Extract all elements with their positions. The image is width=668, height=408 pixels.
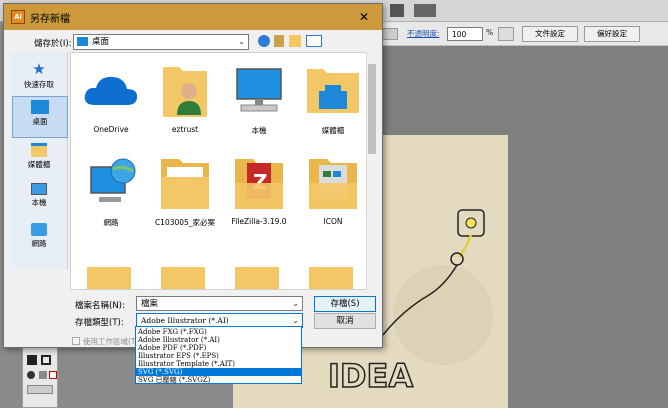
folder-icon [309, 159, 357, 209]
back-icon[interactable] [258, 35, 270, 47]
filezilla-folder-icon: Z [235, 159, 283, 209]
filetype-option[interactable]: Adobe PDF (*.PDF) [136, 344, 301, 352]
desktop-icon [31, 100, 49, 114]
chevron-down-icon: ⌄ [292, 299, 299, 308]
save-in-value: 桌面 [92, 37, 110, 47]
place-label: 媒體櫃 [27, 160, 51, 169]
file-name: ICON [323, 217, 343, 226]
control-bar: 不透明度: 100 % 文件設定 偏好設定 [378, 22, 668, 46]
desktop-icon [77, 37, 88, 46]
preferences-button[interactable]: 偏好設定 [584, 26, 640, 42]
file-item-this-pc[interactable]: 本機 [223, 61, 295, 141]
place-quick-access[interactable]: ★ 快速存取 [12, 58, 66, 98]
place-desktop[interactable]: 桌面 [12, 96, 68, 138]
opacity-label[interactable]: 不透明度: [407, 28, 440, 39]
network-globe-icon [90, 158, 136, 202]
file-item-network[interactable]: 網路 [75, 153, 147, 233]
file-item-icon-folder[interactable]: ICON [297, 153, 369, 233]
filename-value: 檔案 [141, 299, 159, 309]
stroke-swatch-icon[interactable] [41, 355, 51, 365]
network-icon [31, 223, 47, 236]
library-folder-icon [307, 69, 359, 113]
place-label: 網路 [31, 239, 47, 248]
save-button[interactable]: 存檔(S) [314, 296, 376, 312]
filetype-option[interactable]: Adobe Illustrator (*.AI) [136, 336, 301, 344]
library-icon [31, 143, 47, 157]
close-button[interactable]: ✕ [353, 8, 375, 26]
percent-label: % [486, 28, 494, 37]
file-item-onedrive[interactable]: OneDrive [75, 61, 147, 141]
artboard-checkbox-label: 使用工作區域(T) [83, 337, 139, 346]
filetype-option[interactable]: SVG 已壓縮 (*.SVGZ) [136, 376, 301, 384]
close-icon: ✕ [358, 10, 370, 24]
file-name: FileZilla-3.19.0 [231, 217, 287, 226]
filename-label: 檔案名稱(N): [75, 301, 125, 311]
style-picker[interactable] [498, 27, 514, 41]
file-item-folder-c103005[interactable]: C103005_家必案 [149, 153, 221, 233]
place-this-pc[interactable]: 本機 [12, 180, 66, 220]
opacity-input[interactable]: 100 [447, 27, 483, 41]
fill-swatch-icon[interactable] [27, 355, 37, 365]
filetype-label: 存檔類型(T): [75, 318, 124, 328]
draw-mode-icon[interactable] [27, 385, 53, 394]
place-libraries[interactable]: 媒體櫃 [12, 140, 66, 180]
file-name: 本機 [251, 126, 267, 135]
scrollbar-thumb[interactable] [368, 64, 376, 154]
file-item-eztrust[interactable]: eztrust [149, 61, 221, 141]
place-label: 本機 [31, 198, 47, 207]
color-mode-icon[interactable] [27, 371, 35, 379]
star-icon: ★ [32, 60, 46, 78]
filetype-option[interactable]: Illustrator Template (*.AIT) [136, 360, 301, 368]
chevron-down-icon: ⌄ [238, 37, 245, 46]
artboard-checkbox[interactable] [72, 337, 80, 345]
file-name: C103005_家必案 [154, 218, 216, 227]
save-as-dialog: Ai 另存新檔 ✕ 儲存於(I): 桌面 ⌄ ★ 快速存取 桌面 媒體櫃 本機 [3, 3, 383, 348]
place-network[interactable]: 網路 [12, 220, 66, 260]
filetype-dropdown-list: Adobe FXG (*.FXG) Adobe Illustrator (*.A… [135, 326, 302, 384]
canvas-idea-text: IDEA [328, 357, 413, 395]
new-folder-icon[interactable] [289, 35, 301, 47]
folder-icon[interactable] [309, 267, 353, 289]
filename-input[interactable]: 檔案 ⌄ [136, 296, 303, 311]
computer-icon [31, 183, 47, 195]
folder-icon[interactable] [235, 267, 279, 289]
place-label: 快速存取 [24, 80, 54, 89]
places-bar: ★ 快速存取 桌面 媒體櫃 本機 網路 [10, 52, 68, 270]
onedrive-cloud-icon [84, 76, 138, 105]
place-label: 桌面 [32, 117, 48, 126]
folder-icon[interactable] [161, 267, 205, 289]
dialog-titlebar[interactable]: Ai 另存新檔 ✕ [4, 4, 382, 30]
file-name: 媒體櫃 [321, 126, 345, 135]
dialog-title: 另存新檔 [30, 14, 70, 25]
file-name: 網路 [103, 218, 119, 227]
none-mode-icon[interactable] [49, 371, 57, 379]
filetype-option[interactable]: Illustrator EPS (*.EPS) [136, 352, 301, 360]
document-setup-button[interactable]: 文件設定 [522, 26, 578, 42]
folder-icon[interactable] [87, 267, 131, 289]
folder-icon [161, 159, 209, 209]
view-menu-icon[interactable] [306, 35, 322, 47]
toolbox [22, 340, 58, 408]
file-name: eztrust [171, 125, 199, 134]
file-name: OneDrive [93, 125, 129, 134]
computer-icon [236, 68, 282, 112]
user-folder-icon [163, 67, 207, 117]
save-in-select[interactable]: 桌面 ⌄ [73, 34, 249, 50]
filetype-option-selected[interactable]: SVG (*.SVG) [136, 368, 301, 376]
up-folder-icon[interactable] [274, 35, 284, 47]
gradient-mode-icon[interactable] [39, 371, 47, 379]
file-item-filezilla[interactable]: Z FileZilla-3.19.0 [223, 153, 295, 233]
file-item-libraries[interactable]: 媒體櫃 [297, 61, 369, 141]
filetype-option[interactable]: Adobe FXG (*.FXG) [136, 328, 301, 336]
file-list-scrollbar[interactable] [366, 52, 376, 290]
cancel-button[interactable]: 取消 [314, 313, 376, 329]
layout-icon[interactable] [390, 4, 404, 17]
filetype-value: Adobe Illustrator (*.AI) [141, 316, 229, 325]
illustrator-app-icon: Ai [11, 10, 25, 24]
arrange-icon[interactable] [414, 4, 436, 17]
file-list: OneDrive eztrust 本機 媒體櫃 網路 C103005_家必案 Z… [70, 52, 376, 290]
save-in-label: 儲存於(I): [34, 39, 72, 49]
